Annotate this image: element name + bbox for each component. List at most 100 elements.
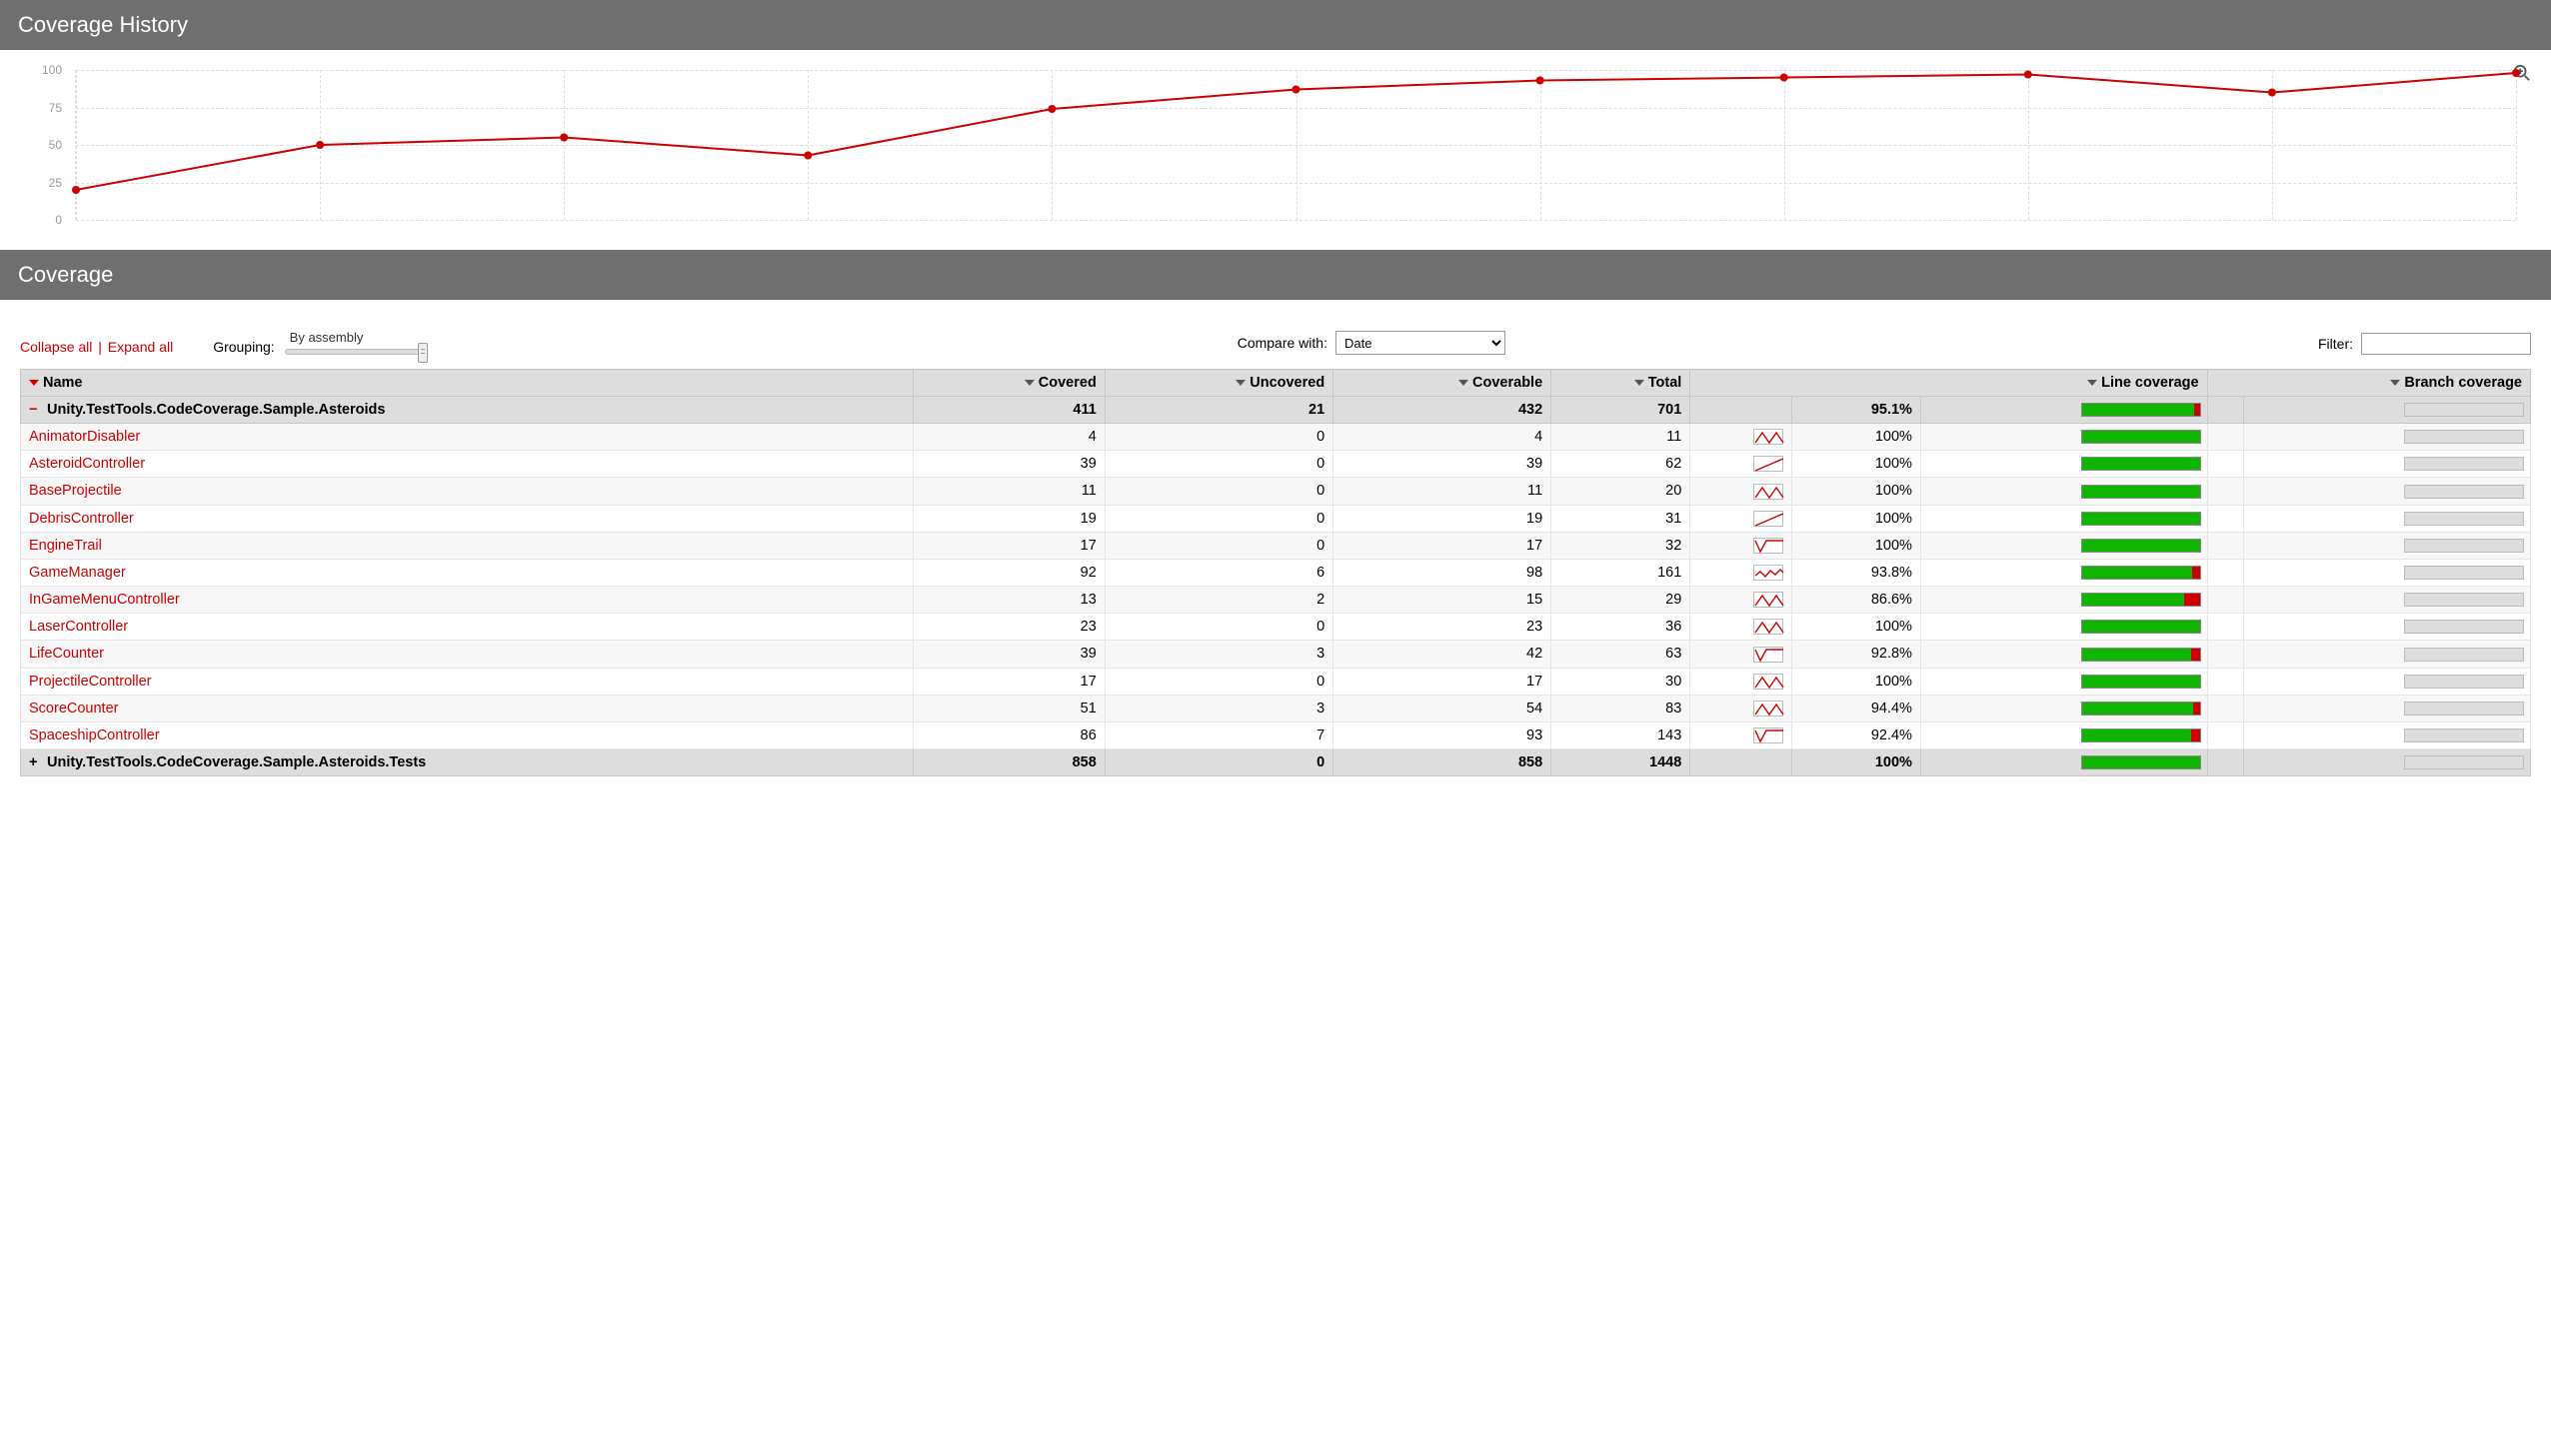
collapse-all-link[interactable]: Collapse all [20,339,92,355]
plot-region [75,70,2516,220]
class-link[interactable]: GameManager [29,565,126,581]
branch-pct-cell [2207,695,2244,722]
uncovered-cell: 2 [1105,587,1332,614]
coverable-cell: 98 [1333,559,1551,586]
cov-bar-cell [1920,668,2207,695]
branch-bar-cell [2244,587,2531,614]
coverable-cell: 4 [1333,424,1551,451]
coverable-cell: 17 [1333,668,1551,695]
uncovered-cell: 6 [1105,559,1332,586]
spark-cell [1690,505,1791,532]
sparkline [1753,511,1783,527]
sparkline [1753,647,1783,663]
y-axis: 100 75 50 25 0 [25,70,70,220]
spark-cell [1690,614,1791,641]
filter-input[interactable] [2361,333,2531,355]
branch-bar-cell [2244,722,2531,748]
class-link[interactable]: LaserController [29,619,128,635]
grouping-slider[interactable] [285,349,425,355]
history-chart: 100 75 50 25 0 [75,70,2516,220]
class-row: GameManager9269816193.8% [21,559,2531,586]
sort-arrow-icon [1236,380,1246,386]
total-cell: 701 [1551,397,1690,424]
uncovered-cell: 0 [1105,424,1332,451]
class-link[interactable]: AsteroidController [29,456,145,472]
table-header-row: Name Covered Uncovered Coverable Total L… [21,370,2531,397]
spark-cell [1690,451,1791,478]
spark-cell [1690,749,1791,776]
branch-pct-cell [2207,641,2244,668]
coverable-cell: 23 [1333,614,1551,641]
class-link[interactable]: AnimatorDisabler [29,429,140,445]
col-total[interactable]: Total [1551,370,1690,397]
expand-all-link[interactable]: Expand all [108,339,173,355]
branch-bar-cell [2244,614,2531,641]
collapse-expand-links: Collapse all | Expand all [20,339,173,355]
pct-cell: 100% [1791,614,1920,641]
uncovered-cell: 0 [1105,505,1332,532]
covered-cell: 13 [913,587,1105,614]
spark-cell [1690,532,1791,559]
uncovered-cell: 0 [1105,478,1332,505]
collapse-icon[interactable]: − [29,402,43,418]
branch-pct-cell [2207,424,2244,451]
col-uncovered[interactable]: Uncovered [1105,370,1332,397]
expand-icon[interactable]: + [29,754,43,770]
col-name[interactable]: Name [21,370,914,397]
covered-cell: 17 [913,668,1105,695]
class-link[interactable]: ScoreCounter [29,701,118,717]
class-row: SpaceshipController8679314392.4% [21,722,2531,748]
class-row: LifeCounter393426392.8% [21,641,2531,668]
col-line-coverage[interactable]: Line coverage [1690,370,2207,397]
coverage-bar [2081,566,2201,580]
spark-cell [1690,695,1791,722]
class-link[interactable]: EngineTrail [29,538,102,554]
class-row: BaseProjectile1101120100% [21,478,2531,505]
sparkline [1753,565,1783,581]
cov-bar-cell [1920,451,2207,478]
assembly-row[interactable]: +Unity.TestTools.CodeCoverage.Sample.Ast… [21,749,2531,776]
covered-cell: 411 [913,397,1105,424]
cov-bar-cell [1920,478,2207,505]
slider-thumb[interactable] [418,343,428,363]
covered-cell: 17 [913,532,1105,559]
class-link[interactable]: DebrisController [29,511,134,527]
class-link[interactable]: BaseProjectile [29,483,122,499]
class-link[interactable]: SpaceshipController [29,728,160,743]
sort-arrow-icon [2087,380,2097,386]
compare-select[interactable]: Date [1335,331,1505,355]
coverage-bar [2081,512,2201,526]
branch-pct-cell [2207,532,2244,559]
pct-cell: 86.6% [1791,587,1920,614]
branch-bar-cell [2244,478,2531,505]
col-branch-coverage[interactable]: Branch coverage [2207,370,2530,397]
pct-cell: 100% [1791,451,1920,478]
assembly-row[interactable]: −Unity.TestTools.CodeCoverage.Sample.Ast… [21,397,2531,424]
covered-cell: 858 [913,749,1105,776]
uncovered-cell: 0 [1105,749,1332,776]
total-cell: 63 [1551,641,1690,668]
col-coverable[interactable]: Coverable [1333,370,1551,397]
covered-cell: 39 [913,451,1105,478]
coverable-cell: 858 [1333,749,1551,776]
sparkline [1753,674,1783,690]
class-link[interactable]: InGameMenuController [29,592,180,608]
pct-cell: 100% [1791,424,1920,451]
coverage-header: Coverage [0,250,2551,300]
assembly-name: Unity.TestTools.CodeCoverage.Sample.Aste… [47,754,426,770]
col-covered[interactable]: Covered [913,370,1105,397]
sparkline [1753,429,1783,445]
sort-arrow-icon [1634,380,1644,386]
branch-bar [2404,648,2524,662]
branch-pct-cell [2207,505,2244,532]
coverage-history-header: Coverage History [0,0,2551,50]
class-link[interactable]: LifeCounter [29,646,104,662]
spark-cell [1690,722,1791,748]
coverage-bar [2081,675,2201,689]
sort-arrow-icon [1458,380,1468,386]
class-link[interactable]: ProjectileController [29,674,152,690]
sort-arrow-icon [29,380,39,386]
total-cell: 62 [1551,451,1690,478]
filter-label: Filter: [2318,336,2353,352]
total-cell: 20 [1551,478,1690,505]
